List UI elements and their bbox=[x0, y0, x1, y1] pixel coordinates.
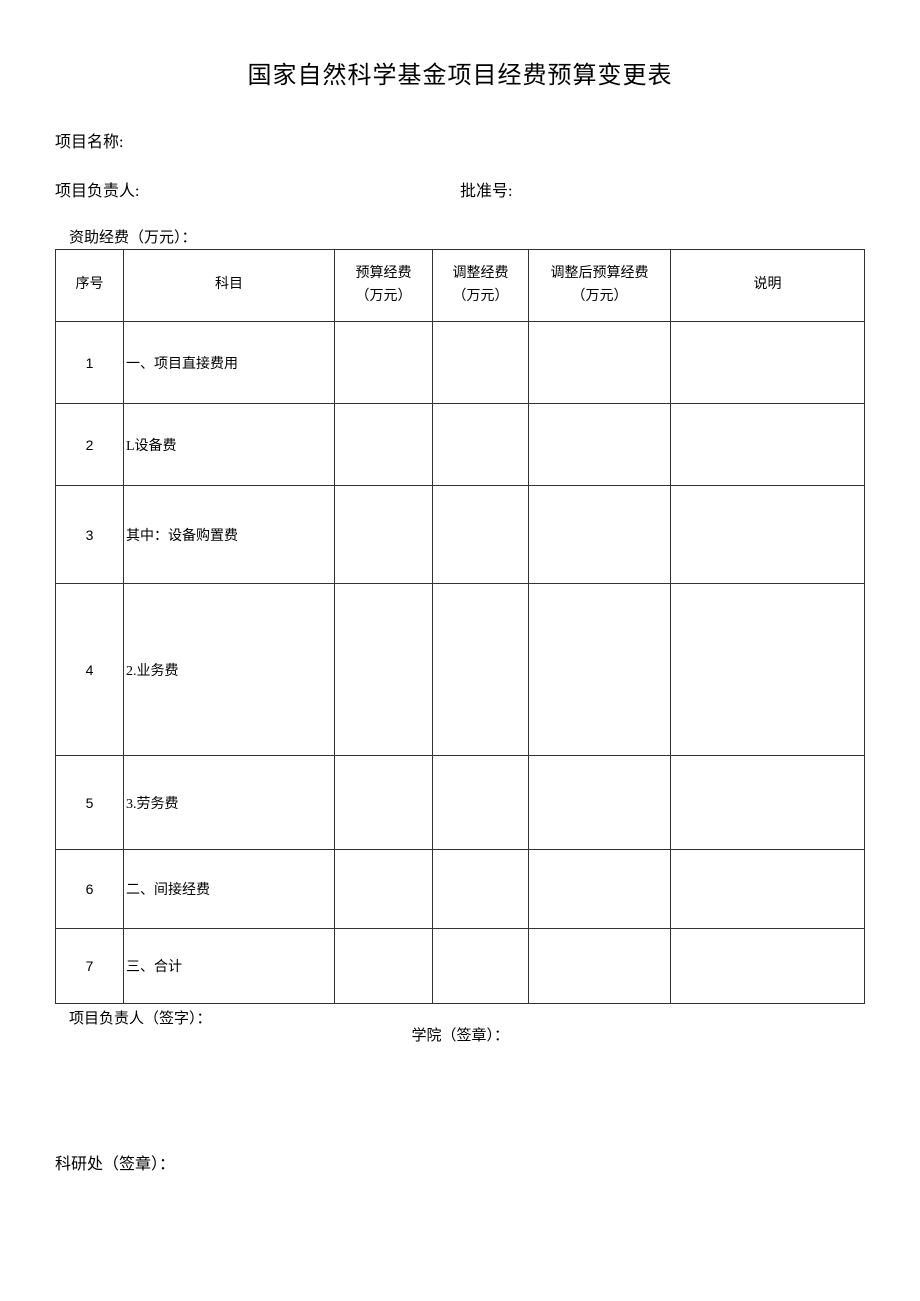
table-row: 5 3.劳务费 bbox=[56, 756, 865, 850]
cell-subject: 三、合计 bbox=[124, 929, 335, 1004]
table-row: 2 L设备费 bbox=[56, 404, 865, 486]
cell-subject: 3.劳务费 bbox=[124, 756, 335, 850]
cell-after bbox=[529, 322, 671, 404]
cell-subject: 二、间接经费 bbox=[124, 850, 335, 929]
cell-note bbox=[671, 486, 865, 584]
signature-block: 项目负责人（签字）： 学院（签章）： 科研处（签章）： bbox=[55, 1007, 865, 1174]
signature-row-1: 项目负责人（签字）： 学院（签章）： bbox=[55, 1007, 865, 1045]
cell-adjust bbox=[433, 404, 529, 486]
project-leader-label: 项目负责人: bbox=[55, 177, 460, 201]
signature-leader: 项目负责人（签字）： bbox=[55, 1007, 212, 1045]
cell-budget bbox=[335, 850, 433, 929]
cell-adjust bbox=[433, 584, 529, 756]
header-budget: 预算经费 （万元） bbox=[335, 250, 433, 322]
header-note: 说明 bbox=[671, 250, 865, 322]
table-row: 7 三、合计 bbox=[56, 929, 865, 1004]
cell-seq: 5 bbox=[56, 756, 124, 850]
page-title: 国家自然科学基金项目经费预算变更表 bbox=[55, 55, 865, 90]
table-row: 4 2.业务费 bbox=[56, 584, 865, 756]
cell-seq: 4 bbox=[56, 584, 124, 756]
cell-adjust bbox=[433, 756, 529, 850]
signature-research-office: 科研处（签章）： bbox=[55, 1150, 865, 1174]
cell-after bbox=[529, 404, 671, 486]
project-name-label: 项目名称: bbox=[55, 128, 460, 152]
cell-after bbox=[529, 756, 671, 850]
cell-budget bbox=[335, 322, 433, 404]
cell-subject: 2.业务费 bbox=[124, 584, 335, 756]
table-row: 1 一、项目直接费用 bbox=[56, 322, 865, 404]
cell-seq: 2 bbox=[56, 404, 124, 486]
cell-budget bbox=[335, 584, 433, 756]
cell-adjust bbox=[433, 929, 529, 1004]
cell-subject: L设备费 bbox=[124, 404, 335, 486]
cell-note bbox=[671, 756, 865, 850]
header-subject: 科目 bbox=[124, 250, 335, 322]
table-header-row: 序号 科目 预算经费 （万元） 调整经费 （万元） 调整后预算经费 （万元） 说… bbox=[56, 250, 865, 322]
cell-after bbox=[529, 929, 671, 1004]
cell-note bbox=[671, 929, 865, 1004]
header-adjust: 调整经费 （万元） bbox=[433, 250, 529, 322]
signature-college: 学院（签章）： bbox=[412, 1024, 510, 1045]
table-row: 6 二、间接经费 bbox=[56, 850, 865, 929]
cell-budget bbox=[335, 486, 433, 584]
meta-row-project-name: 项目名称: bbox=[55, 128, 865, 152]
cell-seq: 1 bbox=[56, 322, 124, 404]
budget-table: 序号 科目 预算经费 （万元） 调整经费 （万元） 调整后预算经费 （万元） 说… bbox=[55, 249, 865, 1004]
cell-note bbox=[671, 584, 865, 756]
cell-note bbox=[671, 404, 865, 486]
cell-seq: 6 bbox=[56, 850, 124, 929]
header-after: 调整后预算经费 （万元） bbox=[529, 250, 671, 322]
table-row: 3 其中：设备购置费 bbox=[56, 486, 865, 584]
cell-after bbox=[529, 486, 671, 584]
cell-adjust bbox=[433, 322, 529, 404]
header-seq: 序号 bbox=[56, 250, 124, 322]
cell-seq: 7 bbox=[56, 929, 124, 1004]
cell-after bbox=[529, 850, 671, 929]
approval-no-label: 批准号: bbox=[460, 177, 865, 201]
cell-note bbox=[671, 850, 865, 929]
cell-budget bbox=[335, 929, 433, 1004]
cell-budget bbox=[335, 756, 433, 850]
cell-after bbox=[529, 584, 671, 756]
funding-label: 资助经费（万元）： bbox=[55, 226, 865, 247]
cell-subject: 其中：设备购置费 bbox=[124, 486, 335, 584]
cell-adjust bbox=[433, 850, 529, 929]
cell-seq: 3 bbox=[56, 486, 124, 584]
cell-budget bbox=[335, 404, 433, 486]
cell-subject: 一、项目直接费用 bbox=[124, 322, 335, 404]
meta-row-leader-approval: 项目负责人: 批准号: bbox=[55, 177, 865, 201]
cell-note bbox=[671, 322, 865, 404]
cell-adjust bbox=[433, 486, 529, 584]
